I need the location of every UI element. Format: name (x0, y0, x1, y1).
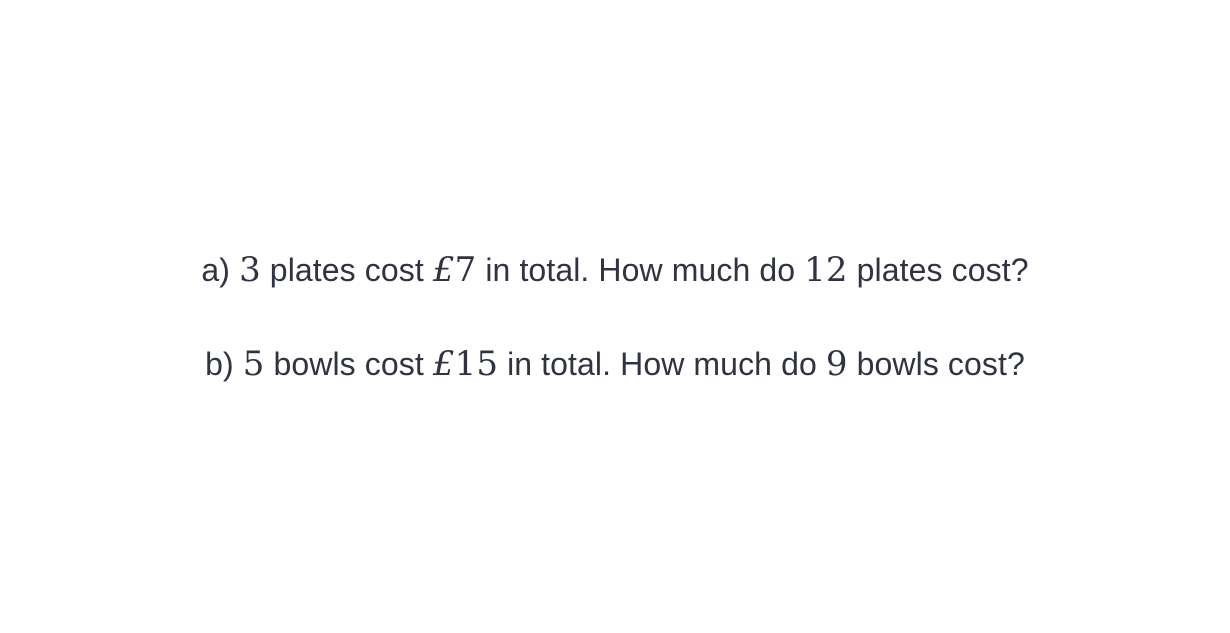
item-text: bowls cost (273, 345, 424, 382)
question-label: b) (205, 345, 234, 382)
middle-text: in total. How much do (507, 345, 817, 382)
target-quantity-number: 12 (804, 249, 848, 290)
question-a: a) 3 plates cost £7 in total. How much d… (201, 250, 1028, 290)
price-number: 7 (454, 249, 477, 290)
question-b: b) 5 bowls cost £15 in total. How much d… (205, 344, 1025, 384)
currency-symbol: £ (432, 343, 455, 384)
price-number: 15 (454, 343, 499, 384)
middle-text: in total. How much do (485, 251, 796, 288)
question-label: a) (201, 251, 231, 288)
quantity-number: 5 (242, 343, 265, 384)
price-expression: £15 (433, 344, 498, 384)
target-quantity-number: 9 (825, 343, 848, 384)
end-text: bowls cost? (856, 345, 1025, 382)
question-list: a) 3 plates cost £7 in total. How much d… (0, 0, 1230, 633)
end-text: plates cost? (856, 251, 1029, 288)
price-expression: £7 (433, 250, 476, 290)
currency-symbol: £ (432, 249, 455, 290)
quantity-number: 3 (239, 249, 261, 290)
item-text: plates cost (269, 251, 424, 288)
